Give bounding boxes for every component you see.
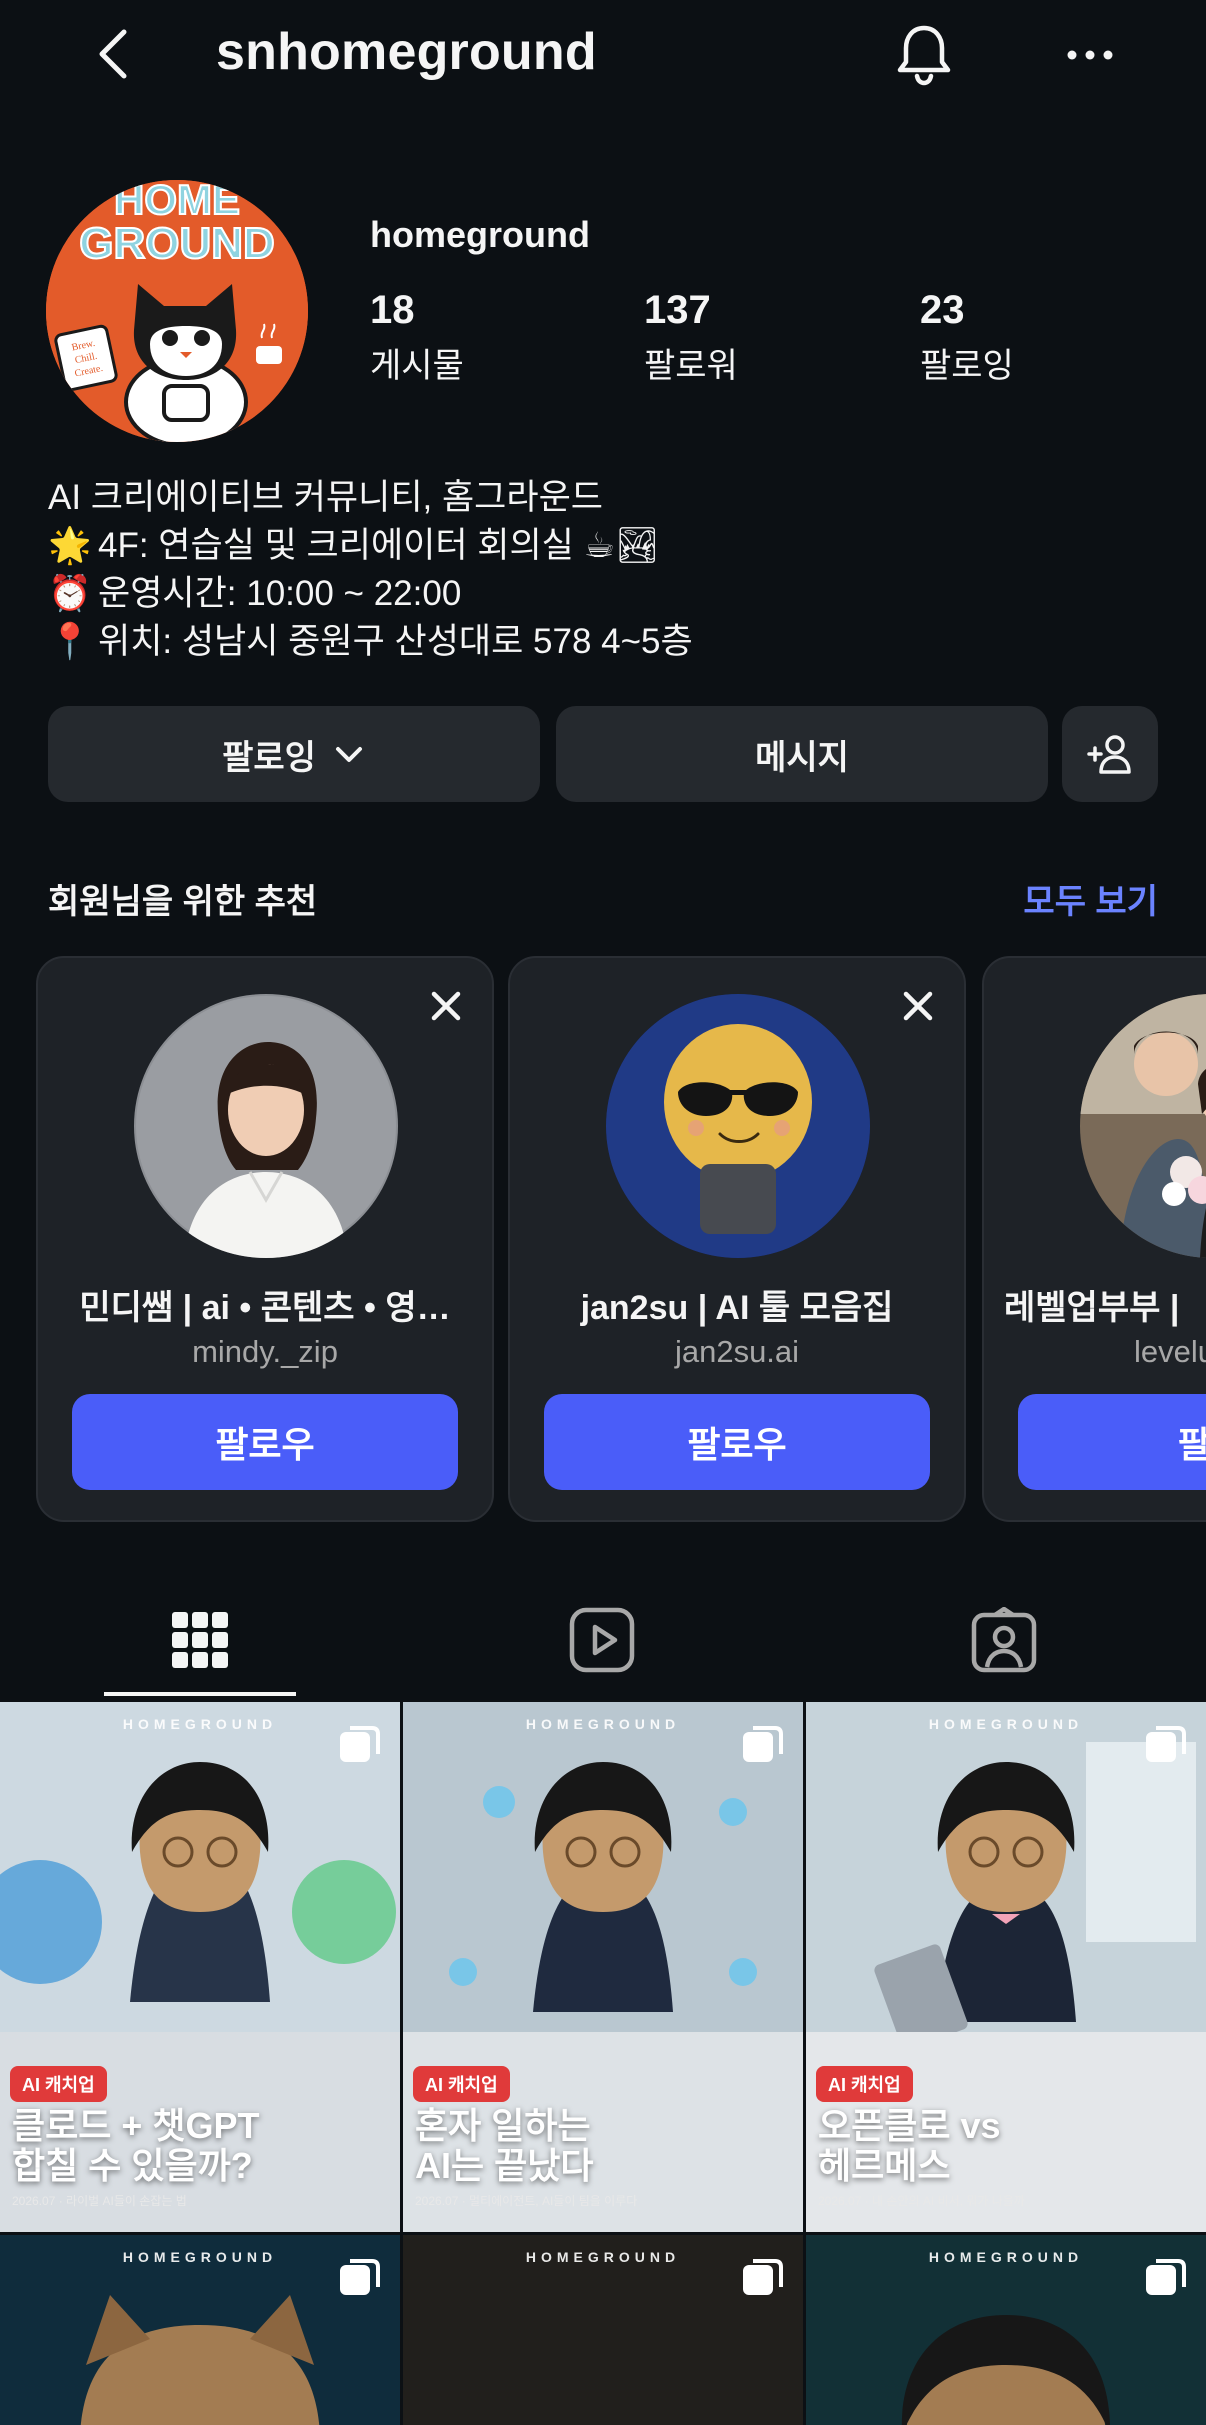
homeground-logo: HOME GROUND Brew. Chill. Create. bbox=[46, 180, 308, 442]
logo-text-ground: GROUND bbox=[79, 219, 275, 268]
logo-text-home: HOME bbox=[114, 180, 240, 223]
tab-posts-grid[interactable] bbox=[104, 1580, 296, 1700]
post-headline-line: 합칠 수 있을까? bbox=[12, 2145, 253, 2186]
bio-text: 위치: 성남시 중원구 산성대로 578 4~5층 bbox=[98, 622, 693, 661]
posts-label: 게시물 bbox=[370, 347, 464, 385]
suggestion-avatar[interactable] bbox=[1080, 994, 1206, 1258]
bio-line: 🌟 4F: 연습실 및 크리에이터 회의실 ☕🏞 bbox=[48, 522, 1158, 570]
suggestion-card[interactable]: 민디쌤 | ai • 콘텐츠 • 영… mindy._zip 팔로우 bbox=[36, 956, 494, 1522]
display-name: homeground bbox=[370, 214, 590, 255]
carousel-icon bbox=[743, 1726, 783, 1762]
bio-text: 4F: 연습실 및 크리에이터 회의실 ☕🏞 bbox=[98, 526, 660, 565]
suggestion-handle: jan2su.ai bbox=[674, 1334, 800, 1369]
suggestion-handle: mindy._zip bbox=[192, 1334, 338, 1369]
posts-count: 18 bbox=[370, 288, 415, 332]
back-chevron-icon[interactable] bbox=[86, 24, 146, 84]
alarm-clock-icon: ⏰ bbox=[48, 574, 92, 613]
followers-count: 137 bbox=[644, 288, 711, 332]
post-category-badge: AI 캐치업 bbox=[413, 2066, 510, 2102]
post-headline: 오픈클로 vs 헤르메스 bbox=[818, 2106, 1001, 2186]
post-headline-line: 클로드 + 챗GPT bbox=[12, 2105, 260, 2146]
suggestions-carousel[interactable]: 민디쌤 | ai • 콘텐츠 • 영… mindy._zip 팔로우 jan2s… bbox=[0, 956, 1206, 1524]
profile-tabs bbox=[0, 1580, 1206, 1700]
add-person-icon bbox=[1087, 735, 1131, 774]
suggestion-name[interactable]: 레벨업부부 | bbox=[1004, 1280, 1179, 1329]
add-user-button[interactable] bbox=[1062, 706, 1158, 802]
see-all-link[interactable]: 모두 보기 bbox=[1023, 874, 1158, 923]
stat-following[interactable]: 23 팔로잉 bbox=[920, 288, 1014, 387]
post-category-badge: AI 캐치업 bbox=[816, 2066, 913, 2102]
chevron-down-icon bbox=[335, 747, 362, 762]
post-headline-line: AI는 끝났다 bbox=[415, 2145, 594, 2186]
post-headline: 클로드 + 챗GPT 합칠 수 있을까? bbox=[12, 2106, 260, 2186]
follow-button[interactable]: 팔로우 bbox=[72, 1394, 458, 1490]
following-count: 23 bbox=[920, 288, 965, 332]
suggestions-title: 회원님을 위한 추천 bbox=[48, 883, 318, 921]
bio-line: ⏰ 운영시간: 10:00 ~ 22:00 bbox=[48, 570, 1158, 618]
post-headline-line: 헤르메스 bbox=[818, 2145, 951, 2186]
post-headline-line: 오픈클로 vs bbox=[818, 2105, 1001, 2146]
star-icon: 🌟 bbox=[48, 526, 92, 565]
tagged-person-icon bbox=[971, 1607, 1037, 1673]
suggestion-avatar[interactable] bbox=[134, 994, 398, 1258]
carousel-icon bbox=[340, 2259, 380, 2295]
message-button[interactable]: 메시지 bbox=[556, 706, 1048, 802]
post-headline-line: 혼자 일하는 bbox=[415, 2105, 591, 2146]
post-tile[interactable]: HOMEGROUND AI 캐치업 혼자 일하는 AI는 끝났다 2026.07… bbox=[403, 1702, 803, 2232]
bell-icon[interactable] bbox=[890, 20, 958, 88]
stat-followers[interactable]: 137 팔로워 bbox=[644, 288, 738, 387]
close-icon[interactable] bbox=[896, 984, 940, 1028]
carousel-icon bbox=[1146, 1726, 1186, 1762]
profile-username-title: snhomeground bbox=[216, 23, 597, 81]
post-tile[interactable]: HOMEGROUND bbox=[0, 2235, 400, 2425]
post-tile[interactable]: HOMEGROUND AI 캐치업 오픈클로 vs 헤르메스 2026.07 ·… bbox=[806, 1702, 1206, 2232]
profile-bio: AI 크리에이티브 커뮤니티, 홈그라운드 🌟 4F: 연습실 및 크리에이터 … bbox=[48, 474, 1158, 666]
more-options-icon[interactable] bbox=[1060, 30, 1120, 80]
following-label: 팔로잉 bbox=[920, 347, 1014, 385]
follow-button[interactable]: 팔로 bbox=[1018, 1394, 1206, 1490]
carousel-icon bbox=[1146, 2259, 1186, 2295]
carousel-icon bbox=[340, 1726, 380, 1762]
bio-text: 운영시간: 10:00 ~ 22:00 bbox=[98, 574, 462, 613]
tab-tagged[interactable] bbox=[908, 1580, 1100, 1700]
post-category-badge: AI 캐치업 bbox=[10, 2066, 107, 2102]
location-pin-icon: 📍 bbox=[48, 622, 92, 661]
person-photo bbox=[134, 994, 398, 1258]
couple-photo bbox=[1080, 994, 1206, 1258]
suggestion-name[interactable]: jan2su | AI 툴 모음집 bbox=[530, 1280, 944, 1329]
active-tab-indicator bbox=[104, 1692, 296, 1696]
bio-line: 📍 위치: 성남시 중원구 산성대로 578 4~5층 bbox=[48, 618, 1158, 666]
reels-play-icon bbox=[569, 1607, 635, 1673]
message-button-label: 메시지 bbox=[755, 738, 849, 777]
post-tile[interactable]: HOMEGROUND AI 캐치업 클로드 + 챗GPT 합칠 수 있을까? 2… bbox=[0, 1702, 400, 2232]
stat-posts[interactable]: 18 게시물 bbox=[370, 288, 464, 387]
post-tile[interactable]: HOMEGROUND bbox=[403, 2235, 803, 2425]
suggestion-name[interactable]: 민디쌤 | ai • 콘텐츠 • 영… bbox=[58, 1280, 472, 1329]
lightbulb-character-image bbox=[606, 994, 870, 1258]
following-dropdown-button[interactable]: 팔로잉 bbox=[48, 706, 540, 802]
followers-label: 팔로워 bbox=[644, 347, 738, 385]
close-icon[interactable] bbox=[424, 984, 468, 1028]
post-headline: 혼자 일하는 AI는 끝났다 bbox=[415, 2106, 593, 2186]
follow-button[interactable]: 팔로우 bbox=[544, 1394, 930, 1490]
post-caption: 2026.07 · 멀티에이전트, AI들이 팀을 이루다 bbox=[415, 2194, 638, 2208]
grid-icon bbox=[172, 1612, 228, 1668]
following-button-label: 팔로잉 bbox=[222, 738, 316, 777]
suggestion-avatar[interactable] bbox=[606, 994, 870, 1258]
suggestion-card[interactable]: jan2su | AI 툴 모음집 jan2su.ai 팔로우 bbox=[508, 956, 966, 1522]
carousel-icon bbox=[743, 2259, 783, 2295]
suggestion-handle: levelup bbox=[1134, 1334, 1206, 1369]
bio-text: AI 크리에이티브 커뮤니티, 홈그라운드 bbox=[48, 478, 603, 517]
bio-line: AI 크리에이티브 커뮤니티, 홈그라운드 bbox=[48, 474, 1158, 522]
post-caption: 2026.07 · 라이벌 AI들이 손잡는 법 bbox=[12, 2194, 187, 2208]
post-tile[interactable]: HOMEGROUND bbox=[806, 2235, 1206, 2425]
top-bar: snhomeground bbox=[0, 0, 1206, 110]
profile-avatar[interactable]: HOME GROUND Brew. Chill. Create. bbox=[46, 180, 308, 442]
suggestion-card[interactable]: 레벨업부부 | levelup 팔로 bbox=[982, 956, 1206, 1522]
tab-reels[interactable] bbox=[506, 1580, 698, 1700]
post-caption: 2026.07 · 내 손안의 AI 비서, 뭐가 나을까 bbox=[818, 2194, 1025, 2208]
